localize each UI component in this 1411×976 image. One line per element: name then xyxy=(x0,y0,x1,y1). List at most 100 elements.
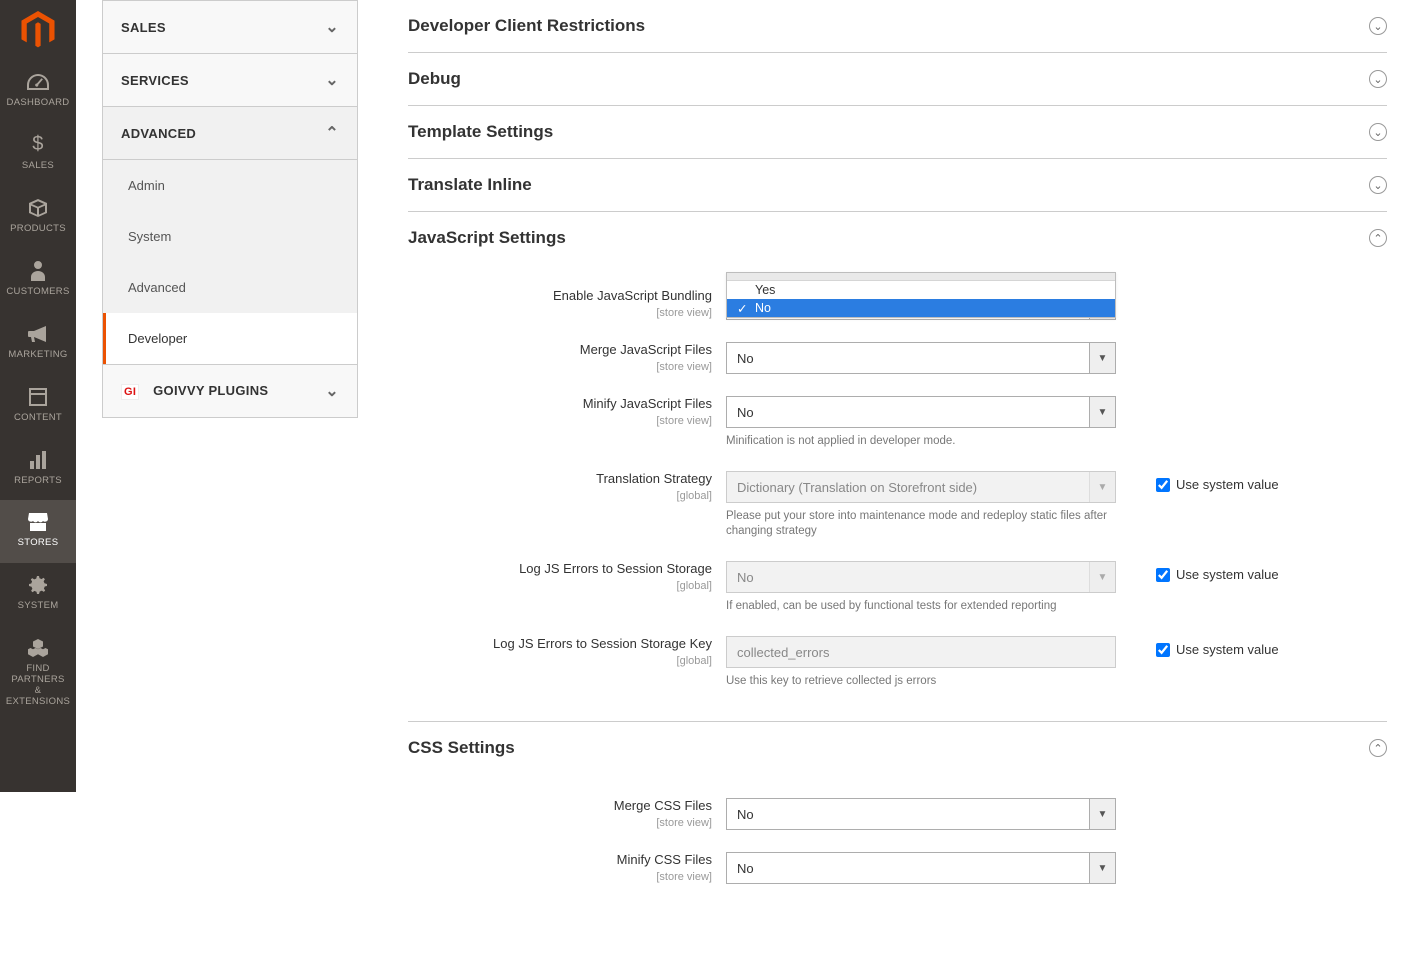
nav-label: DASHBOARD xyxy=(2,98,74,109)
nav-content[interactable]: CONTENT xyxy=(0,375,76,438)
accordion-goivvy[interactable]: GI GOIVVY PLUGINS ⌄ xyxy=(102,365,358,418)
nav-sales[interactable]: $ SALES xyxy=(0,123,76,186)
dropdown-option-yes[interactable]: Yes xyxy=(727,281,1115,299)
dollar-icon: $ xyxy=(2,133,74,157)
accordion-label: ADVANCED xyxy=(121,126,196,141)
admin-vertical-nav: DASHBOARD $ SALES PRODUCTS CUSTOMERS MAR… xyxy=(0,0,76,792)
box-icon xyxy=(2,196,74,220)
expand-icon: ⌃ xyxy=(1369,229,1387,247)
nav-products[interactable]: PRODUCTS xyxy=(0,186,76,249)
field-label-text: Translation Strategy xyxy=(596,471,712,486)
field-scope: [global] xyxy=(408,654,712,668)
field-merge-css: Merge CSS Files [store view] No ▼ xyxy=(408,798,1387,830)
accordion-advanced[interactable]: ADVANCED ⌃ xyxy=(102,107,358,160)
collapse-icon: ⌄ xyxy=(1369,123,1387,141)
nav-label: REPORTS xyxy=(2,476,74,487)
field-note: Please put your store into maintenance m… xyxy=(726,509,1116,539)
section-title: Developer Client Restrictions xyxy=(408,16,645,36)
megaphone-icon xyxy=(2,322,74,346)
use-system-value-label: Use system value xyxy=(1176,642,1279,657)
gear-icon xyxy=(2,573,74,597)
js-settings-body: Enable JavaScript Bundling [store view] … xyxy=(408,264,1387,721)
minify-js-select[interactable]: No ▼ xyxy=(726,396,1116,428)
section-template-settings[interactable]: Template Settings ⌄ xyxy=(408,106,1387,159)
field-scope: [store view] xyxy=(408,360,712,374)
minify-css-select[interactable]: No ▼ xyxy=(726,852,1116,884)
check-icon: ✓ xyxy=(737,301,749,316)
merge-js-select[interactable]: No ▼ xyxy=(726,342,1116,374)
document-icon xyxy=(2,385,74,409)
nav-label: MARKETING xyxy=(2,350,74,361)
field-label-text: Enable JavaScript Bundling xyxy=(553,288,712,303)
option-label: No xyxy=(755,301,771,315)
nav-label: STORES xyxy=(2,538,74,549)
field-enable-js-bundling: Enable JavaScript Bundling [store view] … xyxy=(408,288,1387,320)
field-note: If enabled, can be used by functional te… xyxy=(726,599,1116,614)
sidebar-item-advanced[interactable]: Advanced xyxy=(103,262,357,313)
chevron-up-icon: ⌃ xyxy=(325,123,339,143)
nav-label: CUSTOMERS xyxy=(2,287,74,298)
field-label-text: Log JS Errors to Session Storage xyxy=(519,561,712,576)
nav-label: PRODUCTS xyxy=(2,224,74,235)
field-translation-strategy: Translation Strategy [global] Dictionary… xyxy=(408,471,1387,539)
chevron-down-icon: ⌄ xyxy=(325,17,339,37)
boxes-icon xyxy=(2,636,74,660)
section-title: Debug xyxy=(408,69,461,89)
use-system-value-checkbox[interactable] xyxy=(1156,478,1170,492)
nav-stores[interactable]: STORES xyxy=(0,500,76,563)
select-value: Dictionary (Translation on Storefront si… xyxy=(737,480,977,495)
field-log-js-errors: Log JS Errors to Session Storage [global… xyxy=(408,561,1387,614)
magento-logo[interactable] xyxy=(0,0,76,60)
config-main: Developer Client Restrictions ⌄ Debug ⌄ … xyxy=(384,0,1411,976)
field-label-text: Minify CSS Files xyxy=(617,852,712,867)
nav-customers[interactable]: CUSTOMERS xyxy=(0,249,76,312)
nav-reports[interactable]: REPORTS xyxy=(0,438,76,501)
nav-dashboard[interactable]: DASHBOARD xyxy=(0,60,76,123)
section-developer-client-restrictions[interactable]: Developer Client Restrictions ⌄ xyxy=(408,0,1387,53)
caret-down-icon: ▼ xyxy=(1089,397,1115,427)
caret-down-icon: ▼ xyxy=(1089,343,1115,373)
stores-icon xyxy=(2,510,74,534)
expand-icon: ⌃ xyxy=(1369,739,1387,757)
select-value: No xyxy=(737,570,754,585)
sidebar-item-system[interactable]: System xyxy=(103,211,357,262)
nav-marketing[interactable]: MARKETING xyxy=(0,312,76,375)
accordion-label: SALES xyxy=(121,20,166,35)
field-merge-js: Merge JavaScript Files [store view] No ▼ xyxy=(408,342,1387,374)
section-javascript-settings[interactable]: JavaScript Settings ⌃ xyxy=(408,212,1387,264)
select-value: No xyxy=(737,807,754,822)
goivvy-badge-icon: GI xyxy=(121,384,139,400)
section-title: Template Settings xyxy=(408,122,553,142)
caret-down-icon: ▼ xyxy=(1089,562,1115,592)
log-js-errors-select: No ▼ xyxy=(726,561,1116,593)
nav-partners[interactable]: FIND PARTNERS & EXTENSIONS xyxy=(0,626,76,722)
accordion-sales[interactable]: SALES ⌄ xyxy=(102,0,358,54)
field-scope: [global] xyxy=(408,489,712,503)
merge-css-select[interactable]: No ▼ xyxy=(726,798,1116,830)
gauge-icon xyxy=(2,70,74,94)
nav-label: CONTENT xyxy=(2,413,74,424)
option-label: Yes xyxy=(755,283,775,297)
section-debug[interactable]: Debug ⌄ xyxy=(408,53,1387,106)
enable-js-bundling-dropdown: Yes ✓ No xyxy=(726,272,1116,318)
field-scope: [store view] xyxy=(408,870,712,884)
section-css-settings[interactable]: CSS Settings ⌃ xyxy=(408,721,1387,774)
nav-system[interactable]: SYSTEM xyxy=(0,563,76,626)
collapse-icon: ⌄ xyxy=(1369,17,1387,35)
accordion-services[interactable]: SERVICES ⌄ xyxy=(102,54,358,107)
use-system-value-checkbox[interactable] xyxy=(1156,568,1170,582)
css-settings-body: Merge CSS Files [store view] No ▼ Minify… xyxy=(408,774,1387,916)
use-system-value-checkbox[interactable] xyxy=(1156,643,1170,657)
field-label-text: Log JS Errors to Session Storage Key xyxy=(493,636,712,651)
field-minify-js: Minify JavaScript Files [store view] No … xyxy=(408,396,1387,449)
field-scope: [store view] xyxy=(408,306,712,320)
accordion-advanced-children: Admin System Advanced Developer xyxy=(102,160,358,365)
section-translate-inline[interactable]: Translate Inline ⌄ xyxy=(408,159,1387,212)
field-label-text: Minify JavaScript Files xyxy=(583,396,712,411)
nav-label: SALES xyxy=(2,161,74,172)
sidebar-item-admin[interactable]: Admin xyxy=(103,160,357,211)
section-title: Translate Inline xyxy=(408,175,532,195)
field-scope: [global] xyxy=(408,579,712,593)
sidebar-item-developer[interactable]: Developer xyxy=(103,313,357,364)
dropdown-option-no[interactable]: ✓ No xyxy=(727,299,1115,317)
